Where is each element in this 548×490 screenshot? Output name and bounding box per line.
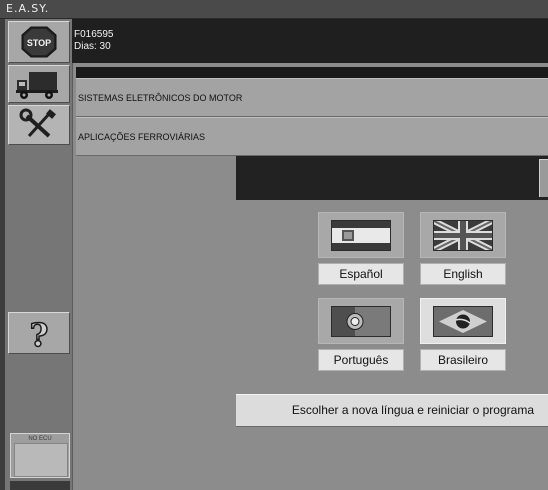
sidebar-edge	[0, 19, 5, 490]
tools-button[interactable]	[8, 105, 70, 145]
stop-label: STOP	[27, 38, 51, 48]
header-tab[interactable]	[539, 159, 548, 197]
change-language-restart-button[interactable]: Escolher a nova língua e reiniciar o pro…	[236, 394, 548, 427]
ecu-label: NO ECU	[28, 436, 52, 442]
vehicle-button[interactable]	[8, 65, 70, 103]
flag-button-spanish[interactable]	[318, 212, 404, 258]
truck-icon	[16, 72, 58, 99]
portugal-flag-icon	[331, 306, 391, 337]
menu-header	[76, 67, 548, 78]
menu-item-engine-electronics[interactable]: SISTEMAS ELETRÔNICOS DO MOTOR	[76, 78, 548, 117]
content-header-bar	[236, 156, 548, 200]
help-button[interactable]: ?	[8, 312, 70, 355]
uk-flag-icon	[433, 220, 493, 251]
flag-button-brazilian[interactable]	[420, 298, 506, 344]
language-option-spanish[interactable]: Español	[318, 263, 404, 285]
language-option-english[interactable]: English	[420, 263, 506, 285]
app-title: E.A.SY.	[6, 2, 50, 15]
stop-icon: STOP	[21, 26, 57, 58]
language-option-brazilian[interactable]: Brasileiro	[420, 349, 506, 371]
spain-flag-icon	[331, 220, 391, 251]
menu-item-railway-applications[interactable]: APLICAÇÕES FERROVIÁRIAS	[76, 117, 548, 156]
license-code: F016595	[74, 29, 114, 40]
days-remaining: Dias: 30	[74, 41, 111, 52]
ecu-display	[14, 443, 68, 477]
help-label: ?	[30, 316, 49, 353]
ecu-status-box: NO ECU	[10, 433, 70, 478]
title-bar: E.A.SY.	[0, 0, 548, 19]
stop-button[interactable]: STOP	[8, 21, 70, 63]
flag-button-english[interactable]	[420, 212, 506, 258]
help-icon: ?	[29, 315, 49, 355]
tools-icon	[19, 108, 56, 138]
info-bar: F016595 Dias: 30	[72, 19, 548, 63]
language-option-portuguese[interactable]: Português	[318, 349, 404, 371]
brazil-flag-icon	[433, 306, 493, 337]
flag-button-portuguese[interactable]	[318, 298, 404, 344]
menu-item-label: APLICAÇÕES FERROVIÁRIAS	[78, 132, 206, 142]
sidebar-bottom-bar	[10, 481, 70, 490]
menu-item-label: SISTEMAS ELETRÔNICOS DO MOTOR	[78, 93, 243, 103]
left-sidebar: STOP ? NO ECU	[0, 19, 73, 490]
